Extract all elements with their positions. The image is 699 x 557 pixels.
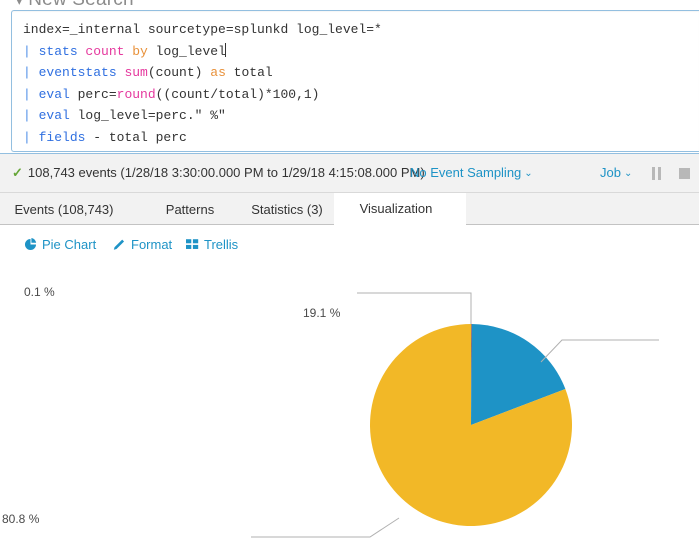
search-token: ((count/total)*100,1) (155, 86, 320, 102)
search-token: total (233, 65, 273, 80)
pie-chart: 0.1 % 19.1 % 80.8 % (0, 264, 699, 557)
job-status-bar: ✓ 108,743 events (1/28/18 3:30:00.000 PM … (0, 153, 699, 193)
tab-label: Visualization (359, 201, 433, 216)
search-token: by (132, 43, 156, 59)
search-token: as (210, 65, 234, 80)
viz-button-label: Trellis (204, 237, 239, 252)
search-query-text: index=_internal sourcetype=splunkd log_l… (23, 19, 382, 148)
event-sampling-label: No Event Sampling (410, 165, 522, 180)
viz-button-label: Pie Chart (42, 237, 97, 252)
pie-slice-label: 80.8 % (2, 512, 40, 526)
search-token: stats (38, 43, 86, 59)
search-token: sum (124, 65, 148, 80)
success-check-icon: ✓ (12, 165, 23, 180)
text-cursor (224, 42, 226, 57)
grid-icon (186, 239, 199, 250)
search-token: | (23, 108, 39, 123)
page-title-text: New Search (28, 0, 134, 10)
result-tabs: Events (108,743) Patterns Statistics (3) Vi… (0, 193, 699, 225)
title-caret-icon: ▾ (16, 0, 23, 8)
tab-label: Statistics (3) (251, 201, 323, 217)
search-query-line: index=_internal sourcetype=splunkd log_l… (23, 19, 382, 41)
search-token: eval (38, 108, 78, 123)
search-token: | (23, 129, 39, 145)
search-token: round (116, 86, 156, 102)
tab-statistics[interactable]: Statistics (3) (234, 193, 340, 225)
viz-format-button[interactable]: Format (113, 237, 172, 252)
chevron-down-icon: ⌄ (623, 168, 633, 179)
search-token: log_level=perc." %" (77, 108, 226, 123)
visualization-toolbar: Pie Chart Format Trellis (0, 226, 699, 264)
tab-events[interactable]: Events (108,743) (0, 193, 128, 225)
search-token: | (23, 65, 39, 80)
pie-slice-label: 0.1 % (24, 285, 55, 299)
pause-icon[interactable] (652, 167, 663, 180)
pie-label-leader-line (540, 339, 659, 363)
job-label: Job (600, 165, 621, 180)
search-token: eval (38, 86, 78, 102)
viz-button-label: Format (131, 237, 173, 252)
pie-chart-svg (251, 292, 659, 538)
search-query-line: | fields - total perc (23, 127, 382, 149)
splunk-search-page: ▾ New Search index=_internal sourcetype=… (0, 0, 699, 557)
viz-trellis-button[interactable]: Trellis (186, 237, 238, 252)
tab-visualization[interactable]: Visualization (334, 193, 458, 225)
event-count-status: ✓ 108,743 events (1/28/18 3:30:00.000 PM … (12, 165, 425, 181)
search-query-line: | eval perc=round((count/total)*100,1) (23, 84, 382, 106)
pie-chart-icon (24, 238, 37, 251)
viz-pie-chart-button[interactable]: Pie Chart (24, 237, 96, 252)
search-token: fields (38, 129, 94, 145)
search-token: count (85, 43, 133, 59)
search-token: perc= (77, 86, 117, 102)
tab-label: Patterns (165, 201, 215, 217)
search-token: | (23, 86, 39, 102)
search-query-line: | stats count by log_level (23, 41, 382, 63)
pie-slice-label: 19.1 % (303, 306, 341, 320)
tab-patterns[interactable]: Patterns (145, 193, 235, 225)
chevron-down-icon: ⌄ (524, 168, 533, 179)
pie-label-leader-line (357, 292, 472, 324)
search-query-line: | eventstats sum(count) as total (23, 62, 382, 84)
stop-icon[interactable] (679, 168, 690, 179)
search-query-line: | eval log_level=perc." %" (23, 105, 382, 127)
event-sampling-dropdown[interactable]: No Event Sampling ⌄ (410, 165, 533, 180)
active-tab-edge (458, 193, 466, 225)
pencil-icon (113, 238, 126, 251)
job-dropdown[interactable]: Job ⌄ (600, 165, 632, 180)
pie-label-leader-line (251, 517, 400, 538)
search-token: (count) (147, 65, 211, 80)
search-token: log_level (155, 43, 226, 59)
search-query-input[interactable]: index=_internal sourcetype=splunkd log_l… (11, 10, 699, 152)
tab-label: Events (108,743) (14, 201, 114, 217)
search-token: index=_internal sourcetype=splunkd log_l… (23, 22, 382, 37)
event-count-text: 108,743 events (1/28/18 3:30:00.000 PM t… (27, 165, 425, 180)
search-token: - total perc (93, 129, 187, 145)
search-token: eventstats (38, 65, 125, 80)
search-token: | (23, 43, 39, 59)
